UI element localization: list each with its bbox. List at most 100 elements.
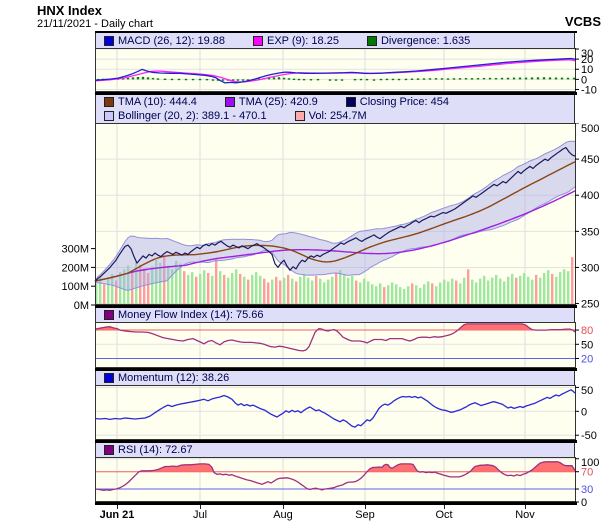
divergence-bars [465, 78, 467, 79]
momentum-plot: 500-50 [0, 385, 609, 447]
macd-color-swatch [104, 36, 114, 46]
divergence-bars [335, 79, 337, 80]
divergence-bars [212, 79, 214, 80]
y-tick-label: 80 [581, 325, 593, 337]
divergence-bars [298, 79, 300, 80]
volume-axis-label: 300M [61, 244, 89, 256]
divergence-bars [537, 77, 539, 79]
y-tick-label: 500 [581, 123, 599, 135]
y-tick-label: 30 [581, 484, 593, 496]
y-tick-label: 350 [581, 226, 599, 238]
divergence-bars [164, 79, 166, 80]
divergence-color-swatch [367, 36, 377, 46]
y-tick-label: 250 [581, 299, 599, 311]
divergence-bars [237, 79, 239, 80]
divergence-legend-label: Divergence: 1.635 [381, 35, 470, 47]
x-tick-mark [365, 505, 366, 509]
x-axis-label: Oct [435, 509, 452, 521]
y-tick-label: 20 [581, 354, 593, 366]
divergence-bars [278, 77, 280, 79]
volume-bar [443, 280, 445, 305]
volume-bar [195, 277, 197, 305]
volume-bar [391, 282, 393, 305]
divergence-bars [137, 77, 139, 79]
volume-axis-label: 0M [74, 300, 89, 312]
y-tick-label: -10 [581, 84, 597, 96]
volume-bar [435, 286, 437, 305]
volume-bar [227, 278, 229, 305]
volume-bar [231, 273, 233, 305]
volume-bar [319, 279, 321, 305]
y-tick-label: 300 [581, 262, 599, 274]
y-tick-label: 50 [581, 385, 593, 397]
divergence-bars [471, 78, 473, 79]
divergence-bars [483, 78, 485, 79]
divergence-bars [495, 78, 497, 79]
divergence-bars [567, 78, 569, 80]
divergence-bars [489, 78, 491, 80]
volume-bar [239, 274, 241, 305]
volume-bar [291, 279, 293, 305]
mfi-plot: 805020 [0, 322, 609, 375]
volume-bar [555, 277, 557, 305]
volume-bar [455, 281, 457, 305]
macd-legend: MACD (26, 12): 19.88 EXP (9): 18.25 Dive… [95, 33, 575, 48]
volume-bar [479, 279, 481, 305]
volume-bar [459, 283, 461, 305]
volume-bar [487, 281, 489, 305]
volume-bar [355, 281, 357, 305]
volume-bar [411, 283, 413, 305]
volume-bar [507, 277, 509, 305]
volume-bar [263, 279, 265, 305]
volume-bar [375, 286, 377, 305]
volume-bar [427, 281, 429, 305]
divergence-bars [573, 78, 575, 80]
volume-bar [187, 275, 189, 305]
x-axis-label: Aug [273, 509, 293, 521]
volume-bar [491, 278, 493, 305]
volume-bar [527, 277, 529, 305]
divergence-bars [417, 78, 419, 79]
page-title: HNX Index [37, 3, 102, 18]
divergence-bars [222, 79, 224, 80]
volume-bar [303, 274, 305, 305]
divergence-bars [283, 78, 285, 80]
divergence-bars [507, 78, 509, 80]
volume-bar [523, 273, 525, 305]
volume-bar [423, 284, 425, 305]
volume-bar [383, 287, 385, 305]
y-tick-label: 0 [581, 406, 587, 418]
y-tick-label: 70 [581, 467, 593, 479]
divergence-bars [288, 78, 290, 79]
volume-bar [335, 273, 337, 305]
divergence-bars [561, 78, 563, 80]
x-tick-mark [283, 505, 284, 509]
volume-bar [467, 269, 469, 305]
divergence-bars [132, 77, 134, 79]
volume-bar [367, 281, 369, 305]
divergence-bars [293, 79, 295, 80]
x-axis: Jun 21 Jul Aug Sep Oct Nov [0, 505, 609, 525]
volume-bar [519, 276, 521, 305]
x-tick-mark [200, 505, 201, 509]
divergence-bars [341, 79, 343, 80]
volume-bar [207, 273, 209, 305]
divergence-bars [185, 79, 187, 80]
divergence-bars [392, 79, 394, 80]
volume-bar [199, 274, 201, 305]
volume-bar [279, 281, 281, 305]
divergence-bars [543, 77, 545, 79]
divergence-bars [447, 78, 449, 79]
divergence-bars [453, 78, 455, 79]
volume-bar [331, 277, 333, 305]
divergence-bars [192, 79, 194, 80]
divergence-bars [525, 78, 527, 80]
divergence-bars [423, 78, 425, 79]
x-axis-label: Jun 21 [100, 509, 135, 521]
volume-bar [243, 277, 245, 305]
volume-axis-label: 100M [61, 281, 89, 293]
volume-bar [287, 275, 289, 305]
volume-bar [283, 278, 285, 305]
divergence-bars [405, 79, 407, 80]
volume-bar [447, 281, 449, 305]
